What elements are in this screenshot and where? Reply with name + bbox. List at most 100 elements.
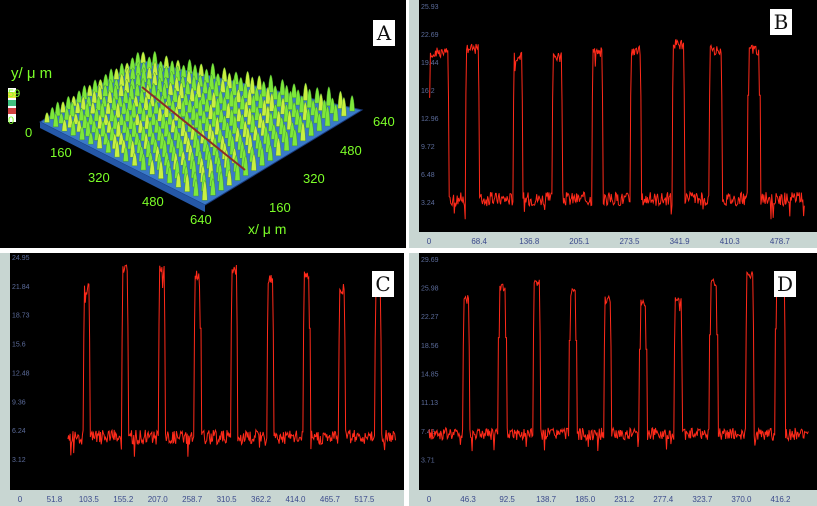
y-tick-label: 12.96 (421, 116, 439, 123)
y-axis-label: y/ μ m (11, 65, 52, 82)
profile-chart-c: 0 51.8 103.5 155.2 207.0 258.7 310.5 362.2 414.0… (0, 253, 404, 506)
y-tick-label: 9.36 (12, 399, 26, 406)
profile-line (428, 271, 809, 452)
surface-plot: y/ μ m 59 0 0 160 320 480 640 640 480 32… (8, 50, 395, 237)
x-tick-label: 416.2 (770, 495, 791, 504)
x-tick-label: 478.7 (770, 237, 791, 246)
x-tick-label: 155.2 (113, 495, 134, 504)
y-tick-label: 24.95 (12, 255, 30, 262)
x-tick-label: 185.0 (575, 495, 596, 504)
panel-letter-b: B (770, 9, 792, 35)
y-tick-label: 25.93 (421, 4, 439, 11)
y-axis-bar (409, 0, 419, 232)
x-axis-label: x/ μ m (248, 221, 286, 237)
surface-bump (291, 83, 297, 98)
x-tick-label: 414.0 (285, 495, 306, 504)
y-tick-label: 3.24 (421, 200, 435, 207)
x-tick-160: 160 (269, 200, 291, 215)
surface-bump (60, 101, 66, 113)
surface-bump (86, 84, 93, 97)
y-tick-label: 22.69 (421, 32, 439, 39)
y-tick-640: 640 (190, 212, 212, 227)
y-tick-label: 22.27 (421, 314, 439, 321)
y-tick-label: 3.71 (421, 457, 435, 464)
y-tick-label: 15.6 (12, 342, 26, 349)
surface-bump (92, 79, 98, 93)
x-tick-640: 640 (373, 114, 395, 129)
x-tick-label: 136.8 (519, 237, 540, 246)
surface-bump (44, 112, 50, 123)
surface-bump (256, 75, 263, 90)
y-tick-label: 12.48 (12, 370, 30, 377)
x-axis-bar (409, 232, 817, 248)
x-tick-label: 0 (18, 495, 23, 504)
y-tick-label: 21.84 (12, 284, 30, 291)
surface-bump (65, 95, 72, 110)
y-tick-label: 6.24 (12, 428, 26, 435)
x-tick-label: 103.5 (79, 495, 100, 504)
surface-bump (113, 68, 120, 80)
y-axis-bar (0, 253, 10, 490)
x-tick-label: 0 (427, 237, 432, 246)
x-tick-label: 277.4 (653, 495, 674, 504)
x-tick-480: 480 (340, 143, 362, 158)
x-tick-label: 341.9 (670, 237, 691, 246)
x-tick-label: 207.0 (148, 495, 169, 504)
y-tick-label: 18.56 (421, 343, 439, 350)
x-tick-label: 465.7 (320, 495, 341, 504)
profile-chart-b: 0 68.4 136.8 205.1 273.5 341.9 410.3 478.7 25.93… (409, 0, 817, 248)
x-tick-label: 323.7 (692, 495, 713, 504)
x-tick-label: 273.5 (619, 237, 640, 246)
panel-b-profile: 0 68.4 136.8 205.1 273.5 341.9 410.3 478.7 25.93… (409, 0, 817, 248)
x-tick-label: 46.3 (460, 495, 476, 504)
surface-bump (349, 95, 355, 112)
y-tick-label: 29.69 (421, 257, 439, 264)
x-tick-320: 320 (303, 171, 325, 186)
x-tick-label: 205.1 (569, 237, 590, 246)
y-tick-label: 9.72 (421, 144, 435, 151)
surface-bump (102, 73, 109, 87)
z-tick-0: 0 (8, 115, 14, 127)
x-tick-label: 370.0 (731, 495, 752, 504)
y-tick-label: 6.48 (421, 172, 435, 179)
y-tick-label: 16.2 (421, 88, 435, 95)
y-tick-label: 18.73 (12, 313, 30, 320)
z-tick-59: 59 (8, 88, 20, 100)
y-tick-label: 25.98 (421, 286, 439, 293)
panel-d-profile: 0 46.3 92.5 138.7 185.0 231.2 277.4 323.7 370.0 4… (409, 253, 817, 506)
x-tick-label: 258.7 (182, 495, 203, 504)
x-tick-label: 51.8 (47, 495, 63, 504)
surface-bump (260, 80, 267, 97)
x-tick-label: 362.2 (251, 495, 272, 504)
surface-bump (180, 64, 187, 78)
x-tick-label: 310.5 (217, 495, 238, 504)
y-tick-160: 160 (50, 145, 72, 160)
surface-bump (198, 63, 205, 77)
y-tick-320: 320 (88, 170, 110, 185)
x-tick-label: 231.2 (614, 495, 635, 504)
y-tick-label: 14.85 (421, 371, 439, 378)
surface-bump (279, 78, 286, 96)
surface-bump (140, 51, 146, 64)
panel-letter-c: C (372, 271, 394, 297)
panel-letter-d: D (774, 271, 796, 297)
x-tick-label: 92.5 (499, 495, 515, 504)
surface-bump (76, 90, 82, 103)
panel-a-3d-surface: y/ μ m 59 0 0 160 320 480 640 640 480 32… (0, 0, 406, 248)
profile-chart-d: 0 46.3 92.5 138.7 185.0 231.2 277.4 323.7 370.0 4… (409, 253, 817, 506)
x-tick-label: 0 (427, 495, 432, 504)
x-tick-label: 517.5 (354, 495, 375, 504)
profile-line (429, 38, 805, 220)
panel-c-profile: 0 51.8 103.5 155.2 207.0 258.7 310.5 362.2 414.0… (0, 253, 404, 506)
y-tick-0: 0 (25, 125, 32, 140)
panel-letter-a: A (373, 20, 395, 46)
y-tick-label: 11.13 (421, 400, 438, 407)
surface-bump (238, 76, 244, 92)
x-tick-label: 410.3 (720, 237, 741, 246)
y-tick-label: 3.12 (12, 457, 26, 464)
y-tick-480: 480 (142, 194, 164, 209)
y-axis-bar (409, 253, 419, 490)
profile-line (67, 264, 396, 457)
x-tick-label: 68.4 (471, 237, 487, 246)
x-tick-label: 138.7 (536, 495, 557, 504)
